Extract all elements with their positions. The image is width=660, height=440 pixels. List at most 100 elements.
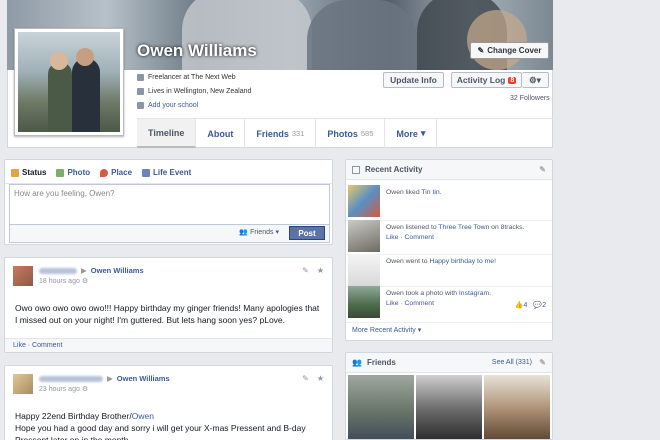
- add-school-link[interactable]: Add your school: [137, 102, 198, 109]
- chevron-down-icon: ▾: [420, 128, 426, 138]
- tab-label: More: [396, 128, 418, 139]
- see-all-friends-link[interactable]: See All (331): [492, 359, 532, 366]
- composer-tab-place[interactable]: Place: [100, 168, 132, 177]
- activity-link[interactable]: Instagram: [459, 290, 489, 297]
- post-actions: ✎ ★: [302, 374, 324, 383]
- recent-activity-header: Recent Activity ✎: [346, 160, 552, 180]
- pencil-icon[interactable]: ✎: [539, 165, 546, 174]
- tab-label: About: [207, 128, 234, 139]
- profile-tabs: Timeline About Friends 331 Photos 585 More…: [137, 118, 553, 148]
- tab-photos[interactable]: Photos 585: [316, 119, 386, 148]
- post-time[interactable]: 23 hours ago ⚙: [39, 385, 88, 393]
- location-text: Lives in Wellington, New Zealand: [148, 88, 252, 95]
- settings-dropdown-button[interactable]: ⚙▾: [522, 72, 549, 88]
- like-count[interactable]: 👍4: [515, 301, 528, 309]
- post-author[interactable]: Owen Williams: [91, 266, 144, 275]
- post-author[interactable]: Owen Williams: [117, 374, 170, 383]
- post-body-line: Happy 22end Birthday Brother/: [15, 411, 132, 421]
- more-recent-activity-link[interactable]: More Recent Activity ▾: [352, 326, 421, 334]
- activity-log-button[interactable]: Activity Log 8: [451, 72, 522, 88]
- audience-icon: ⚙: [81, 386, 89, 393]
- status-input[interactable]: How are you feeling, Owen?: [9, 184, 330, 225]
- pencil-icon[interactable]: ✎: [539, 358, 546, 367]
- activity-text: .: [439, 189, 442, 196]
- comment-count[interactable]: 💬2: [533, 301, 546, 309]
- pencil-icon: ✎: [477, 46, 485, 55]
- activity-text: Owen listened to: [386, 224, 439, 231]
- poster-avatar[interactable]: [13, 374, 33, 394]
- tab-count: 331: [291, 129, 305, 138]
- star-icon[interactable]: ★: [317, 266, 324, 275]
- friend-photo[interactable]: [416, 375, 482, 439]
- tab-timeline[interactable]: Timeline: [137, 119, 197, 148]
- composer-tab-status[interactable]: Status: [11, 168, 46, 177]
- activity-log-badge: 8: [508, 76, 517, 84]
- add-school-text[interactable]: Add your school: [148, 102, 198, 109]
- composer-tab-life-event[interactable]: Life Event: [142, 168, 191, 177]
- activity-thumbnail[interactable]: [348, 286, 380, 318]
- composer-tab-label: Status: [22, 168, 47, 177]
- location-info: Lives in Wellington, New Zealand: [137, 88, 251, 95]
- chevron-down-icon: ▾: [275, 229, 279, 236]
- audience-icon: ⚙: [81, 278, 89, 285]
- comment-icon: 💬: [533, 302, 543, 309]
- update-info-button[interactable]: Update Info: [383, 72, 444, 88]
- audience-selector[interactable]: 👥 Friends ▾: [239, 228, 279, 237]
- profile-name[interactable]: Owen Williams: [137, 41, 257, 61]
- activity-link[interactable]: Three Tree Town: [438, 224, 489, 231]
- post-button[interactable]: Post: [289, 226, 325, 240]
- tab-friends[interactable]: Friends 331: [245, 119, 317, 148]
- composer-tab-photo[interactable]: Photo: [56, 168, 90, 177]
- friend-photo[interactable]: [484, 375, 550, 439]
- friends-panel: 👥 Friends See All (331) ✎: [345, 352, 553, 440]
- friends-icon: 👥: [239, 229, 249, 236]
- more-recent-activity-label: More Recent Activity: [352, 327, 416, 334]
- recent-activity-panel: Recent Activity ✎ Owen liked Tin tin. Ow…: [345, 159, 553, 341]
- blurred-name: [39, 375, 103, 382]
- activity-link[interactable]: Tin tin: [421, 189, 439, 196]
- composer-tab-label: Photo: [67, 168, 91, 177]
- post-body: Owo owo owo owo owo!!! Happy birthday my…: [15, 303, 320, 325]
- tab-label: Friends: [256, 128, 289, 139]
- post-footer: Like · Comment: [5, 338, 332, 352]
- post-time-text: 18 hours ago: [39, 278, 80, 285]
- tab-count: 585: [360, 129, 374, 138]
- change-cover-label: Change Cover: [487, 46, 542, 55]
- activity-item: Owen liked Tin tin.: [348, 183, 552, 219]
- tab-more[interactable]: More ▾: [385, 119, 438, 148]
- activity-stats: 👍4 💬2: [515, 301, 546, 309]
- activity-item: Owen went to Happy birthday to me!: [348, 252, 552, 288]
- like-comment-links[interactable]: Like · Comment: [13, 342, 62, 349]
- activity-thumbnail[interactable]: [348, 254, 380, 286]
- pencil-icon[interactable]: ✎: [302, 374, 309, 383]
- followers-count[interactable]: 32 Followers: [510, 95, 550, 102]
- activity-text: Owen took a photo with: [386, 290, 459, 297]
- activity-thumbnail[interactable]: [348, 185, 380, 217]
- friend-photo[interactable]: [348, 375, 414, 439]
- like-count-value: 4: [523, 302, 528, 309]
- tab-label: Photos: [327, 128, 358, 139]
- activity-link[interactable]: Happy birthday to me: [429, 258, 494, 265]
- profile-picture[interactable]: [14, 28, 124, 136]
- poster-avatar[interactable]: [13, 266, 33, 286]
- activity-log-label: Activity Log: [456, 75, 506, 85]
- timeline-post: ▶ Owen Williams 23 hours ago ⚙ ✎ ★ Happy…: [4, 365, 333, 440]
- post-time[interactable]: 18 hours ago ⚙: [39, 277, 88, 285]
- life-event-icon: [142, 168, 151, 177]
- briefcase-icon: [137, 74, 144, 81]
- composer-tab-label: Life Event: [153, 168, 192, 177]
- change-cover-button[interactable]: ✎ Change Cover: [470, 42, 549, 59]
- activity-thumbnail[interactable]: [348, 220, 380, 252]
- like-comment-links[interactable]: Like · Comment: [386, 234, 434, 241]
- recent-activity-title: Recent Activity: [365, 165, 423, 174]
- star-icon[interactable]: ★: [317, 374, 324, 383]
- composer-footer: 👥 Friends ▾ Post: [9, 225, 330, 243]
- tagged-friend-link[interactable]: Owen: [132, 411, 154, 421]
- home-icon: [137, 88, 144, 95]
- friends-title: Friends: [366, 358, 396, 367]
- post-actions: ✎ ★: [302, 266, 324, 275]
- work-text: Freelancer at The Next Web: [148, 74, 236, 81]
- pencil-icon[interactable]: ✎: [302, 266, 309, 275]
- like-comment-links[interactable]: Like · Comment: [386, 300, 434, 307]
- tab-about[interactable]: About: [196, 119, 246, 148]
